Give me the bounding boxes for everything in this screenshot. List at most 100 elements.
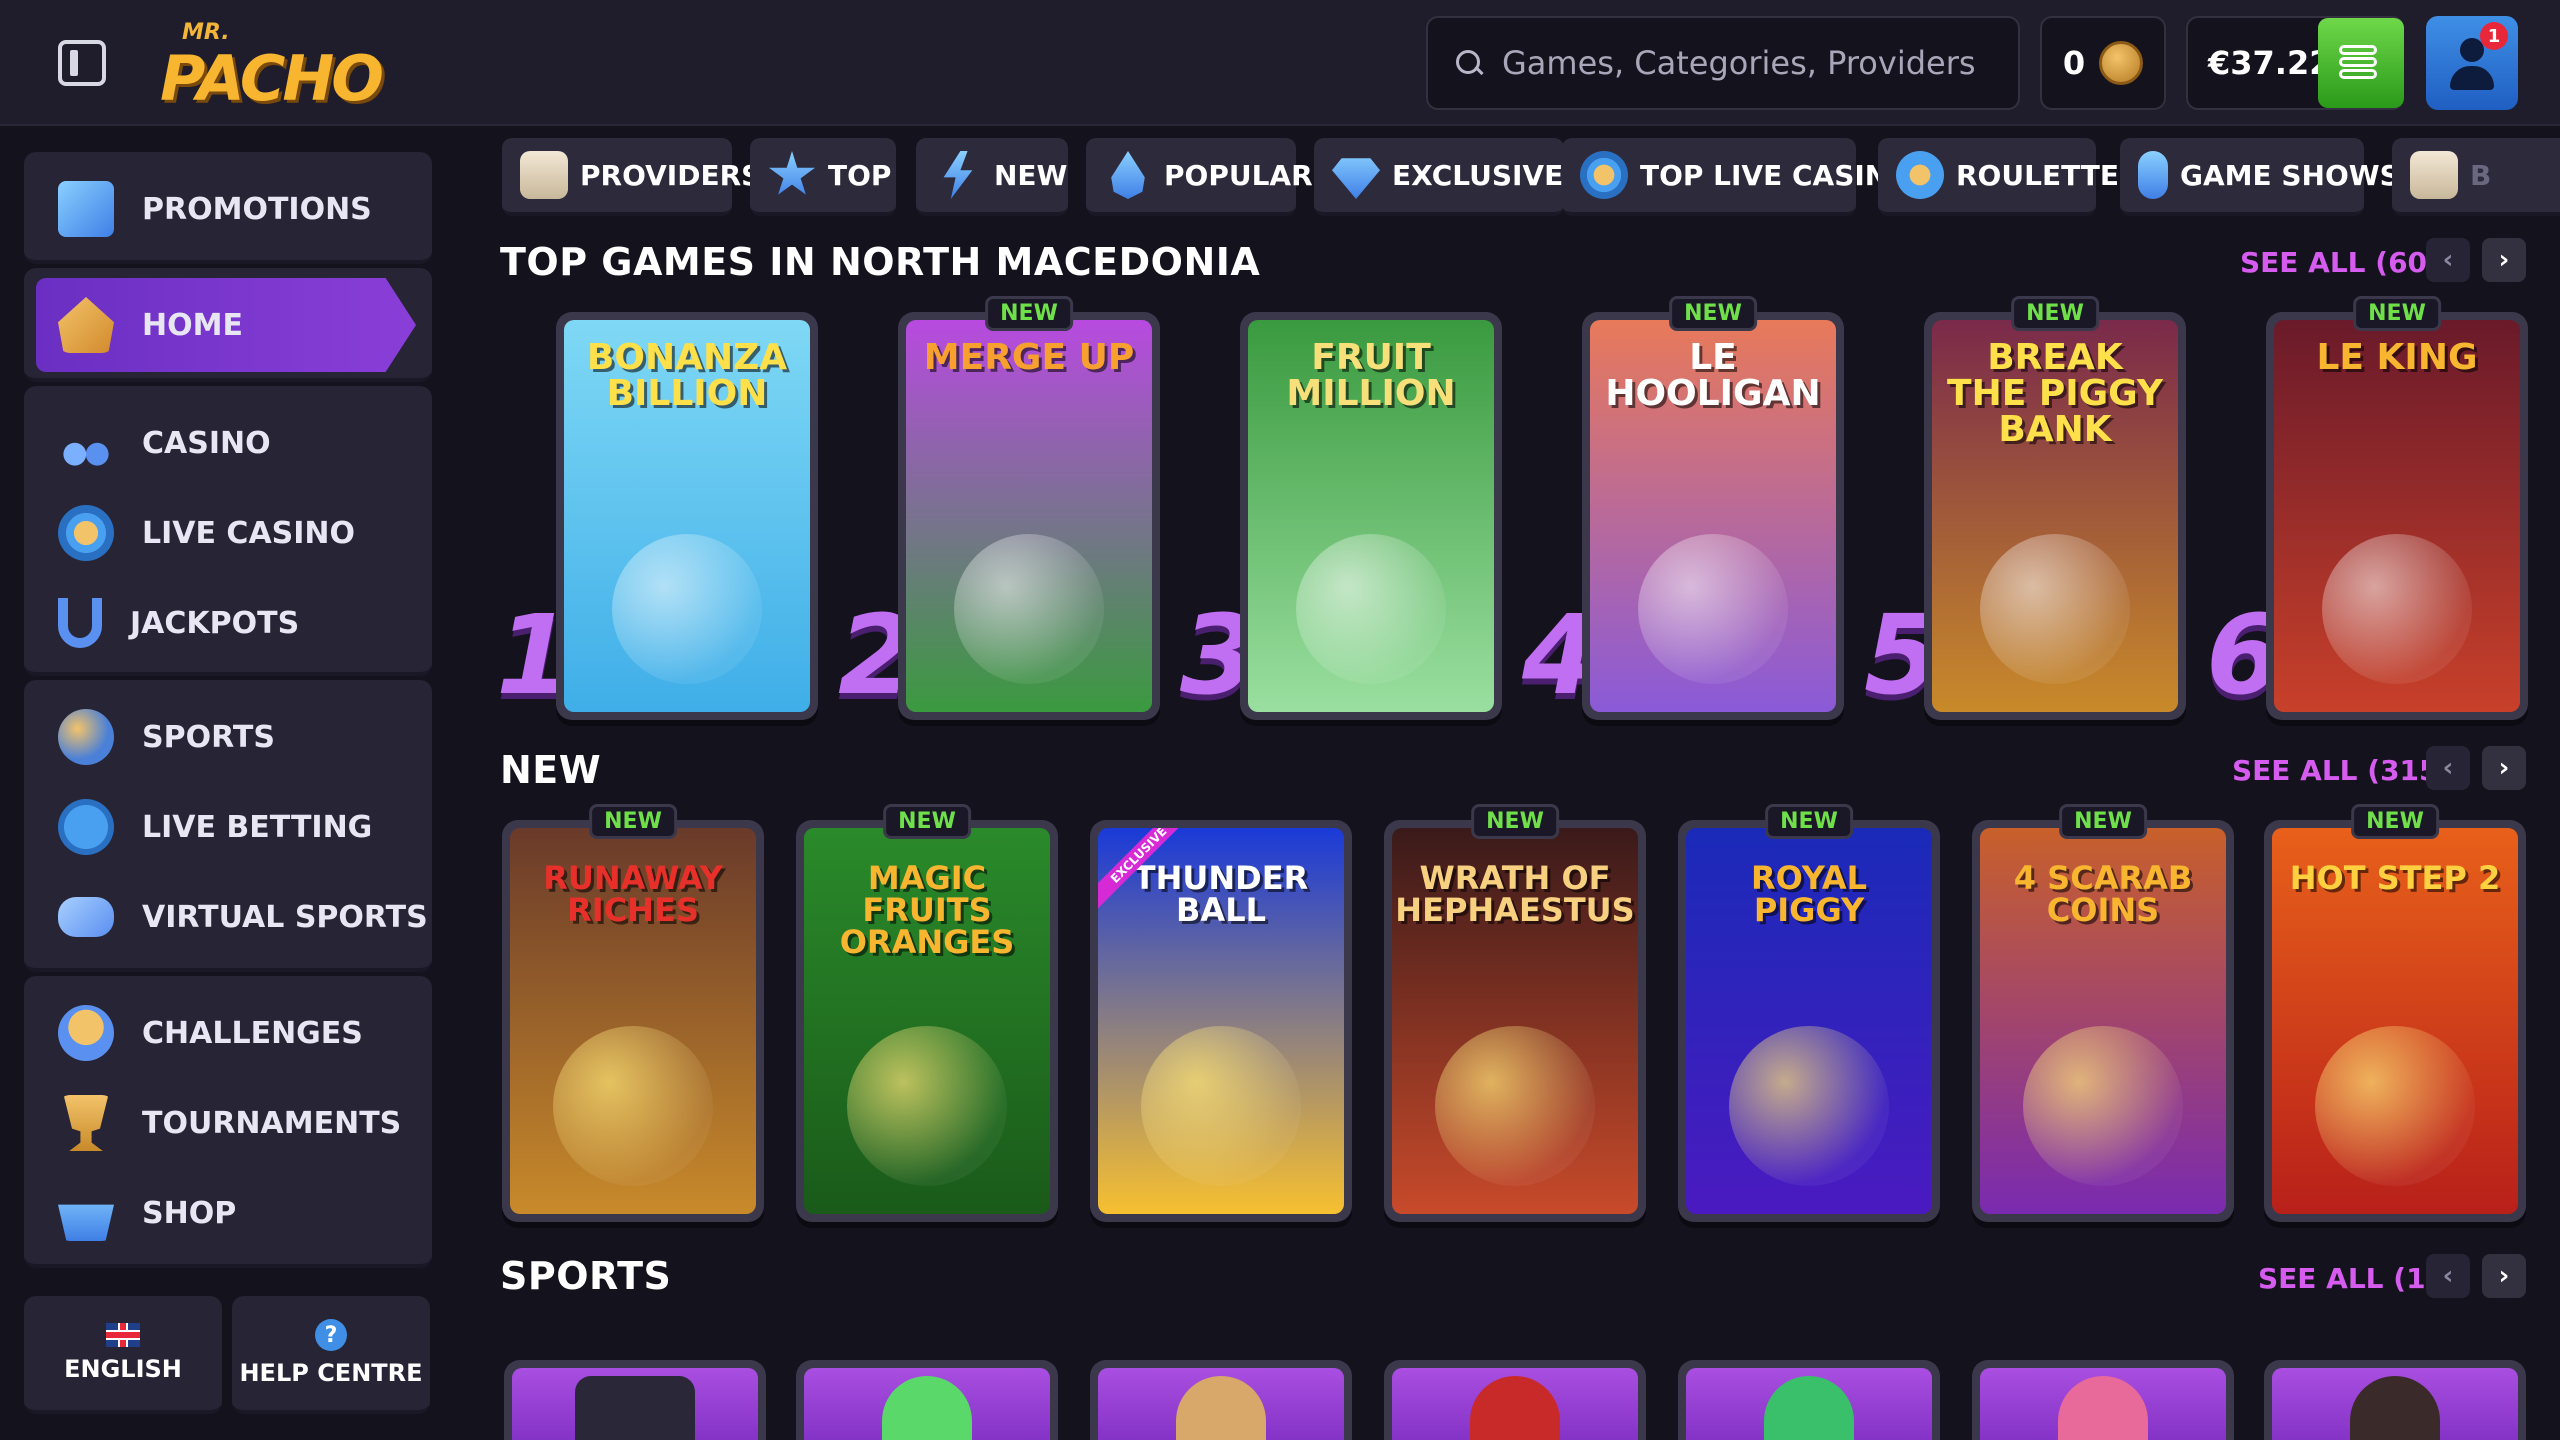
sidebar-item-live-betting[interactable]: LIVE BETTING bbox=[24, 782, 432, 872]
game-card[interactable]: NEW HOT STEP 2 bbox=[2264, 804, 2526, 1222]
game-thumbnail: LE HOOLIGAN bbox=[1590, 320, 1836, 712]
game-card[interactable]: FRUIT MILLION bbox=[1240, 312, 1502, 720]
sidebar-item-virtual-sports[interactable]: VIRTUAL SPORTS bbox=[24, 872, 432, 962]
sidebar-item-label: PROMOTIONS bbox=[142, 191, 372, 227]
game-title: LE KING bbox=[2316, 337, 2478, 378]
game-card[interactable]: BONANZA BILLION bbox=[556, 312, 818, 720]
cherry-icon bbox=[58, 415, 114, 471]
tab-popular[interactable]: POPULAR bbox=[1086, 138, 1313, 216]
game-thumbnail: MERGE UP bbox=[906, 320, 1152, 712]
sports-card[interactable] bbox=[2264, 1360, 2526, 1440]
new-badge: NEW bbox=[589, 804, 677, 839]
game-thumbnail: Magic Fruits ORANGES bbox=[804, 828, 1050, 1214]
sports-next-button[interactable]: › bbox=[2482, 1254, 2526, 1298]
tab-top-live-casino[interactable]: TOP LIVE CASINO bbox=[1562, 138, 1912, 216]
game-title: Magic Fruits ORANGES bbox=[839, 859, 1015, 961]
game-card[interactable]: NEW 4 SCARAB COINS bbox=[1972, 804, 2234, 1222]
sidebar-item-live-casino[interactable]: LIVE CASINO bbox=[24, 488, 432, 578]
sports-card[interactable] bbox=[1384, 1360, 1646, 1440]
game-title: BONANZA BILLION bbox=[586, 337, 788, 414]
sports-card[interactable] bbox=[1678, 1360, 1940, 1440]
tab-label: TOP bbox=[828, 158, 892, 192]
game-card[interactable]: NEW LE KING bbox=[2266, 296, 2528, 720]
game-card[interactable]: NEW BREAK THE PIGGY BANK bbox=[1924, 296, 2186, 720]
sports-card[interactable] bbox=[1972, 1360, 2234, 1440]
section-title-top: TOP GAMES IN NORTH MACEDONIA bbox=[500, 240, 1261, 284]
sidebar-item-jackpots[interactable]: JACKPOTS bbox=[24, 578, 432, 668]
sidebar-item-promotions[interactable]: PROMOTIONS bbox=[24, 164, 432, 254]
tab-label: POPULAR bbox=[1164, 158, 1313, 192]
search-bar[interactable] bbox=[1426, 16, 2020, 110]
tab-label: TOP LIVE CASINO bbox=[1640, 158, 1913, 192]
tab-label: B bbox=[2470, 158, 2492, 192]
game-title: LE HOOLIGAN bbox=[1605, 337, 1821, 414]
game-card[interactable]: NEW RUNAWAY RICHES bbox=[502, 804, 764, 1222]
lightning-icon bbox=[943, 151, 973, 199]
site-logo[interactable]: MR. PACHO bbox=[160, 18, 384, 115]
game-thumbnail: BREAK THE PIGGY BANK bbox=[1932, 320, 2178, 712]
game-card[interactable]: NEW WRATH OF HEPHAESTUS bbox=[1384, 804, 1646, 1222]
game-card[interactable]: EXCLUSIVE THUNDER BALL bbox=[1090, 820, 1352, 1222]
new-next-button[interactable]: › bbox=[2482, 746, 2526, 790]
game-card[interactable]: NEW ROYAL PIGGY bbox=[1678, 804, 1940, 1222]
tab-game-shows[interactable]: GAME SHOWS bbox=[2120, 138, 2400, 216]
game-card[interactable]: NEW Magic Fruits ORANGES bbox=[796, 804, 1058, 1222]
horseshoe-icon bbox=[58, 598, 102, 648]
new-prev-button[interactable]: ‹ bbox=[2426, 746, 2470, 790]
play-icon bbox=[58, 799, 114, 855]
game-title: BREAK THE PIGGY BANK bbox=[1947, 337, 2163, 450]
deposit-button[interactable] bbox=[2318, 18, 2404, 108]
sidebar-toggle-icon[interactable] bbox=[58, 40, 106, 86]
sidebar-item-label: SPORTS bbox=[142, 719, 275, 755]
ball-icon bbox=[58, 709, 114, 765]
coins-balance[interactable]: 0 bbox=[2040, 16, 2166, 110]
sidebar-group-home: HOME bbox=[24, 268, 432, 382]
game-title: WRATH OF HEPHAESTUS bbox=[1395, 859, 1635, 929]
new-badge: NEW bbox=[2351, 804, 2439, 839]
game-title: 4 SCARAB COINS bbox=[2013, 859, 2193, 929]
sidebar-group-rewards: CHALLENGES TOURNAMENTS SHOP bbox=[24, 976, 432, 1268]
tab-top[interactable]: TOP bbox=[750, 138, 896, 216]
search-input[interactable] bbox=[1502, 44, 2002, 82]
sports-card[interactable] bbox=[504, 1360, 766, 1440]
tab-roulette[interactable]: ROULETTE bbox=[1878, 138, 2119, 216]
notification-badge: 1 bbox=[2480, 22, 2508, 50]
game-thumbnail: EXCLUSIVE THUNDER BALL bbox=[1098, 828, 1344, 1214]
sidebar-group-promotions: PROMOTIONS bbox=[24, 152, 432, 264]
sidebar-item-home[interactable]: HOME bbox=[24, 280, 432, 370]
new-badge: NEW bbox=[1669, 296, 1757, 331]
game-thumbnail: HOT STEP 2 bbox=[2272, 828, 2518, 1214]
game-thumbnail: FRUIT MILLION bbox=[1248, 320, 1494, 712]
sidebar-item-challenges[interactable]: CHALLENGES bbox=[24, 988, 432, 1078]
sports-prev-button[interactable]: ‹ bbox=[2426, 1254, 2470, 1298]
trophy-icon bbox=[63, 1095, 109, 1151]
language-button[interactable]: ENGLISH bbox=[24, 1296, 222, 1414]
sidebar-group-sports: SPORTS LIVE BETTING VIRTUAL SPORTS bbox=[24, 680, 432, 972]
top-next-button[interactable]: › bbox=[2482, 238, 2526, 282]
tab-label: EXCLUSIVE bbox=[1392, 158, 1564, 192]
tab-providers[interactable]: PROVIDERS bbox=[502, 138, 761, 216]
help-icon: ? bbox=[315, 1319, 347, 1351]
uk-flag-icon bbox=[106, 1323, 140, 1347]
logo-name: PACHO bbox=[160, 42, 384, 115]
sidebar-item-casino[interactable]: CASINO bbox=[24, 398, 432, 488]
search-icon bbox=[1454, 48, 1484, 78]
sidebar-item-shop[interactable]: SHOP bbox=[24, 1168, 432, 1258]
sidebar-item-tournaments[interactable]: TOURNAMENTS bbox=[24, 1078, 432, 1168]
sidebar-group-casino: CASINO LIVE CASINO JACKPOTS bbox=[24, 386, 432, 676]
tab-exclusive[interactable]: EXCLUSIVE bbox=[1314, 138, 1564, 216]
sports-card[interactable] bbox=[1090, 1360, 1352, 1440]
sports-card[interactable] bbox=[796, 1360, 1058, 1440]
tab-partial[interactable]: B bbox=[2392, 138, 2560, 216]
new-badge: NEW bbox=[1471, 804, 1559, 839]
sidebar-item-sports[interactable]: SPORTS bbox=[24, 692, 432, 782]
help-centre-button[interactable]: ? HELP CENTRE bbox=[232, 1296, 430, 1414]
game-card[interactable]: NEW LE HOOLIGAN bbox=[1582, 296, 1844, 720]
new-badge: NEW bbox=[883, 804, 971, 839]
top-prev-button[interactable]: ‹ bbox=[2426, 238, 2470, 282]
tab-label: GAME SHOWS bbox=[2180, 158, 2400, 192]
game-card[interactable]: NEW MERGE UP bbox=[898, 296, 1160, 720]
flame-icon bbox=[1111, 151, 1145, 199]
tab-new[interactable]: NEW bbox=[916, 138, 1068, 216]
game-thumbnail: ROYAL PIGGY bbox=[1686, 828, 1932, 1214]
